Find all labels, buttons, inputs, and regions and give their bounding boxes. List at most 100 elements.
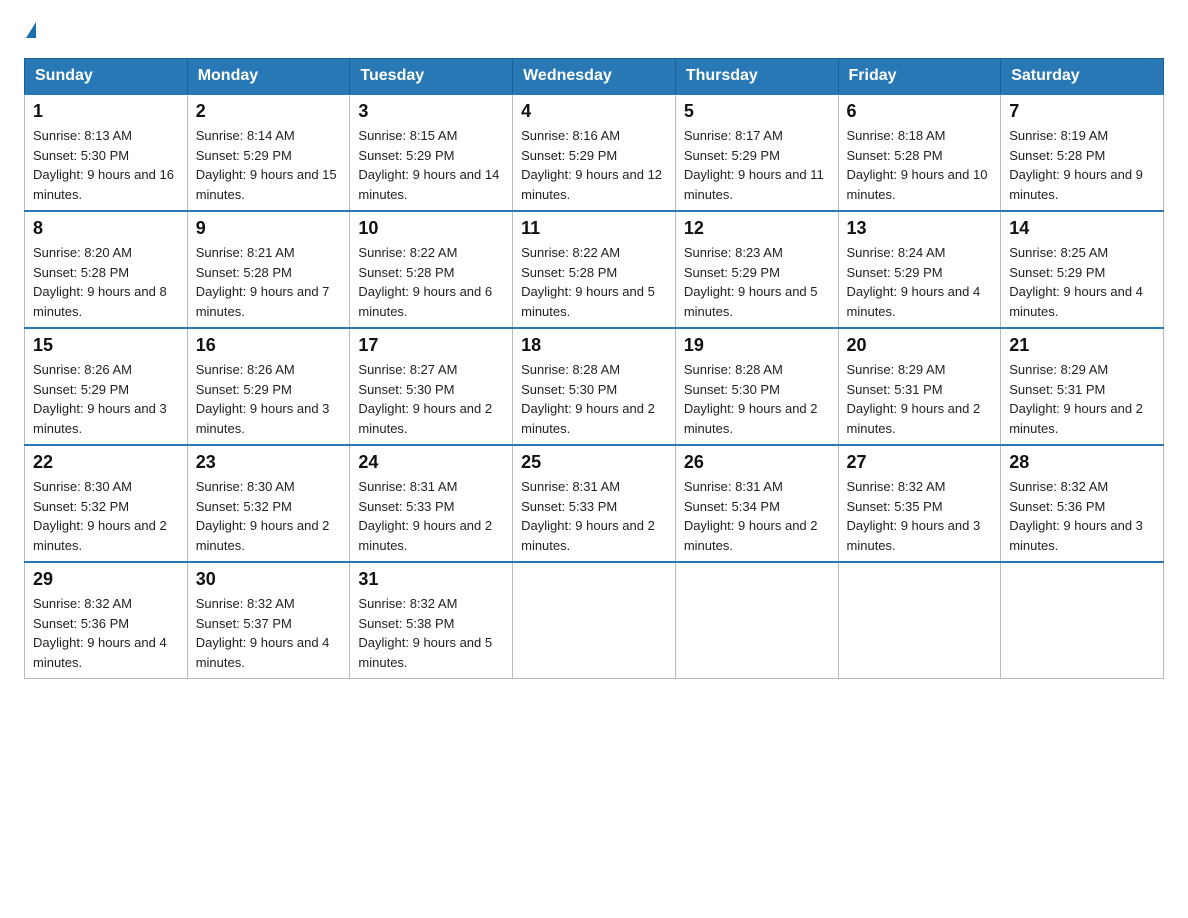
calendar-cell: 20 Sunrise: 8:29 AM Sunset: 5:31 PM Dayl… (838, 328, 1001, 445)
calendar-cell: 3 Sunrise: 8:15 AM Sunset: 5:29 PM Dayli… (350, 94, 513, 211)
header-monday: Monday (187, 59, 350, 95)
day-number: 2 (196, 101, 342, 122)
day-info: Sunrise: 8:29 AM Sunset: 5:31 PM Dayligh… (1009, 360, 1155, 438)
logo-triangle-icon (26, 22, 36, 38)
day-info: Sunrise: 8:26 AM Sunset: 5:29 PM Dayligh… (196, 360, 342, 438)
week-row-2: 8 Sunrise: 8:20 AM Sunset: 5:28 PM Dayli… (25, 211, 1164, 328)
day-info: Sunrise: 8:15 AM Sunset: 5:29 PM Dayligh… (358, 126, 504, 204)
week-row-5: 29 Sunrise: 8:32 AM Sunset: 5:36 PM Dayl… (25, 562, 1164, 679)
day-number: 26 (684, 452, 830, 473)
day-number: 14 (1009, 218, 1155, 239)
day-info: Sunrise: 8:32 AM Sunset: 5:35 PM Dayligh… (847, 477, 993, 555)
logo (24, 24, 38, 40)
calendar-cell (675, 562, 838, 679)
day-info: Sunrise: 8:32 AM Sunset: 5:38 PM Dayligh… (358, 594, 504, 672)
calendar-cell: 11 Sunrise: 8:22 AM Sunset: 5:28 PM Dayl… (513, 211, 676, 328)
day-info: Sunrise: 8:19 AM Sunset: 5:28 PM Dayligh… (1009, 126, 1155, 204)
calendar-cell: 9 Sunrise: 8:21 AM Sunset: 5:28 PM Dayli… (187, 211, 350, 328)
week-row-3: 15 Sunrise: 8:26 AM Sunset: 5:29 PM Dayl… (25, 328, 1164, 445)
calendar-cell: 14 Sunrise: 8:25 AM Sunset: 5:29 PM Dayl… (1001, 211, 1164, 328)
day-number: 22 (33, 452, 179, 473)
day-number: 9 (196, 218, 342, 239)
calendar-table: Sunday Monday Tuesday Wednesday Thursday… (24, 58, 1164, 679)
day-info: Sunrise: 8:25 AM Sunset: 5:29 PM Dayligh… (1009, 243, 1155, 321)
day-number: 7 (1009, 101, 1155, 122)
day-info: Sunrise: 8:18 AM Sunset: 5:28 PM Dayligh… (847, 126, 993, 204)
day-info: Sunrise: 8:30 AM Sunset: 5:32 PM Dayligh… (33, 477, 179, 555)
day-number: 30 (196, 569, 342, 590)
day-info: Sunrise: 8:14 AM Sunset: 5:29 PM Dayligh… (196, 126, 342, 204)
day-info: Sunrise: 8:27 AM Sunset: 5:30 PM Dayligh… (358, 360, 504, 438)
calendar-cell: 6 Sunrise: 8:18 AM Sunset: 5:28 PM Dayli… (838, 94, 1001, 211)
calendar-cell: 25 Sunrise: 8:31 AM Sunset: 5:33 PM Dayl… (513, 445, 676, 562)
calendar-cell: 24 Sunrise: 8:31 AM Sunset: 5:33 PM Dayl… (350, 445, 513, 562)
header-saturday: Saturday (1001, 59, 1164, 95)
day-info: Sunrise: 8:28 AM Sunset: 5:30 PM Dayligh… (521, 360, 667, 438)
day-info: Sunrise: 8:22 AM Sunset: 5:28 PM Dayligh… (358, 243, 504, 321)
calendar-cell: 10 Sunrise: 8:22 AM Sunset: 5:28 PM Dayl… (350, 211, 513, 328)
header-wednesday: Wednesday (513, 59, 676, 95)
day-number: 12 (684, 218, 830, 239)
day-info: Sunrise: 8:21 AM Sunset: 5:28 PM Dayligh… (196, 243, 342, 321)
day-info: Sunrise: 8:26 AM Sunset: 5:29 PM Dayligh… (33, 360, 179, 438)
calendar-cell: 23 Sunrise: 8:30 AM Sunset: 5:32 PM Dayl… (187, 445, 350, 562)
calendar-cell: 15 Sunrise: 8:26 AM Sunset: 5:29 PM Dayl… (25, 328, 188, 445)
day-info: Sunrise: 8:31 AM Sunset: 5:33 PM Dayligh… (358, 477, 504, 555)
day-info: Sunrise: 8:24 AM Sunset: 5:29 PM Dayligh… (847, 243, 993, 321)
day-number: 10 (358, 218, 504, 239)
day-info: Sunrise: 8:32 AM Sunset: 5:36 PM Dayligh… (33, 594, 179, 672)
day-number: 17 (358, 335, 504, 356)
header-thursday: Thursday (675, 59, 838, 95)
calendar-cell: 13 Sunrise: 8:24 AM Sunset: 5:29 PM Dayl… (838, 211, 1001, 328)
calendar-cell: 17 Sunrise: 8:27 AM Sunset: 5:30 PM Dayl… (350, 328, 513, 445)
day-number: 1 (33, 101, 179, 122)
day-info: Sunrise: 8:16 AM Sunset: 5:29 PM Dayligh… (521, 126, 667, 204)
day-number: 23 (196, 452, 342, 473)
page-header (24, 24, 1164, 40)
calendar-cell: 12 Sunrise: 8:23 AM Sunset: 5:29 PM Dayl… (675, 211, 838, 328)
day-number: 13 (847, 218, 993, 239)
calendar-cell: 4 Sunrise: 8:16 AM Sunset: 5:29 PM Dayli… (513, 94, 676, 211)
calendar-cell: 28 Sunrise: 8:32 AM Sunset: 5:36 PM Dayl… (1001, 445, 1164, 562)
day-info: Sunrise: 8:32 AM Sunset: 5:37 PM Dayligh… (196, 594, 342, 672)
header-friday: Friday (838, 59, 1001, 95)
day-number: 19 (684, 335, 830, 356)
header-tuesday: Tuesday (350, 59, 513, 95)
calendar-cell: 8 Sunrise: 8:20 AM Sunset: 5:28 PM Dayli… (25, 211, 188, 328)
day-info: Sunrise: 8:20 AM Sunset: 5:28 PM Dayligh… (33, 243, 179, 321)
day-number: 4 (521, 101, 667, 122)
day-info: Sunrise: 8:30 AM Sunset: 5:32 PM Dayligh… (196, 477, 342, 555)
day-number: 25 (521, 452, 667, 473)
calendar-cell: 22 Sunrise: 8:30 AM Sunset: 5:32 PM Dayl… (25, 445, 188, 562)
calendar-cell: 1 Sunrise: 8:13 AM Sunset: 5:30 PM Dayli… (25, 94, 188, 211)
day-info: Sunrise: 8:13 AM Sunset: 5:30 PM Dayligh… (33, 126, 179, 204)
day-number: 15 (33, 335, 179, 356)
week-row-4: 22 Sunrise: 8:30 AM Sunset: 5:32 PM Dayl… (25, 445, 1164, 562)
day-info: Sunrise: 8:31 AM Sunset: 5:33 PM Dayligh… (521, 477, 667, 555)
calendar-cell: 26 Sunrise: 8:31 AM Sunset: 5:34 PM Dayl… (675, 445, 838, 562)
calendar-cell: 27 Sunrise: 8:32 AM Sunset: 5:35 PM Dayl… (838, 445, 1001, 562)
calendar-cell: 31 Sunrise: 8:32 AM Sunset: 5:38 PM Dayl… (350, 562, 513, 679)
day-number: 11 (521, 218, 667, 239)
day-number: 16 (196, 335, 342, 356)
calendar-cell: 5 Sunrise: 8:17 AM Sunset: 5:29 PM Dayli… (675, 94, 838, 211)
calendar-cell (513, 562, 676, 679)
calendar-cell: 29 Sunrise: 8:32 AM Sunset: 5:36 PM Dayl… (25, 562, 188, 679)
day-number: 3 (358, 101, 504, 122)
day-number: 5 (684, 101, 830, 122)
calendar-cell: 2 Sunrise: 8:14 AM Sunset: 5:29 PM Dayli… (187, 94, 350, 211)
day-info: Sunrise: 8:22 AM Sunset: 5:28 PM Dayligh… (521, 243, 667, 321)
day-number: 8 (33, 218, 179, 239)
header-sunday: Sunday (25, 59, 188, 95)
calendar-cell: 16 Sunrise: 8:26 AM Sunset: 5:29 PM Dayl… (187, 328, 350, 445)
calendar-cell: 7 Sunrise: 8:19 AM Sunset: 5:28 PM Dayli… (1001, 94, 1164, 211)
calendar-cell: 30 Sunrise: 8:32 AM Sunset: 5:37 PM Dayl… (187, 562, 350, 679)
day-info: Sunrise: 8:17 AM Sunset: 5:29 PM Dayligh… (684, 126, 830, 204)
day-number: 24 (358, 452, 504, 473)
day-info: Sunrise: 8:32 AM Sunset: 5:36 PM Dayligh… (1009, 477, 1155, 555)
day-info: Sunrise: 8:29 AM Sunset: 5:31 PM Dayligh… (847, 360, 993, 438)
day-number: 6 (847, 101, 993, 122)
day-number: 31 (358, 569, 504, 590)
calendar-cell (1001, 562, 1164, 679)
calendar-cell: 21 Sunrise: 8:29 AM Sunset: 5:31 PM Dayl… (1001, 328, 1164, 445)
